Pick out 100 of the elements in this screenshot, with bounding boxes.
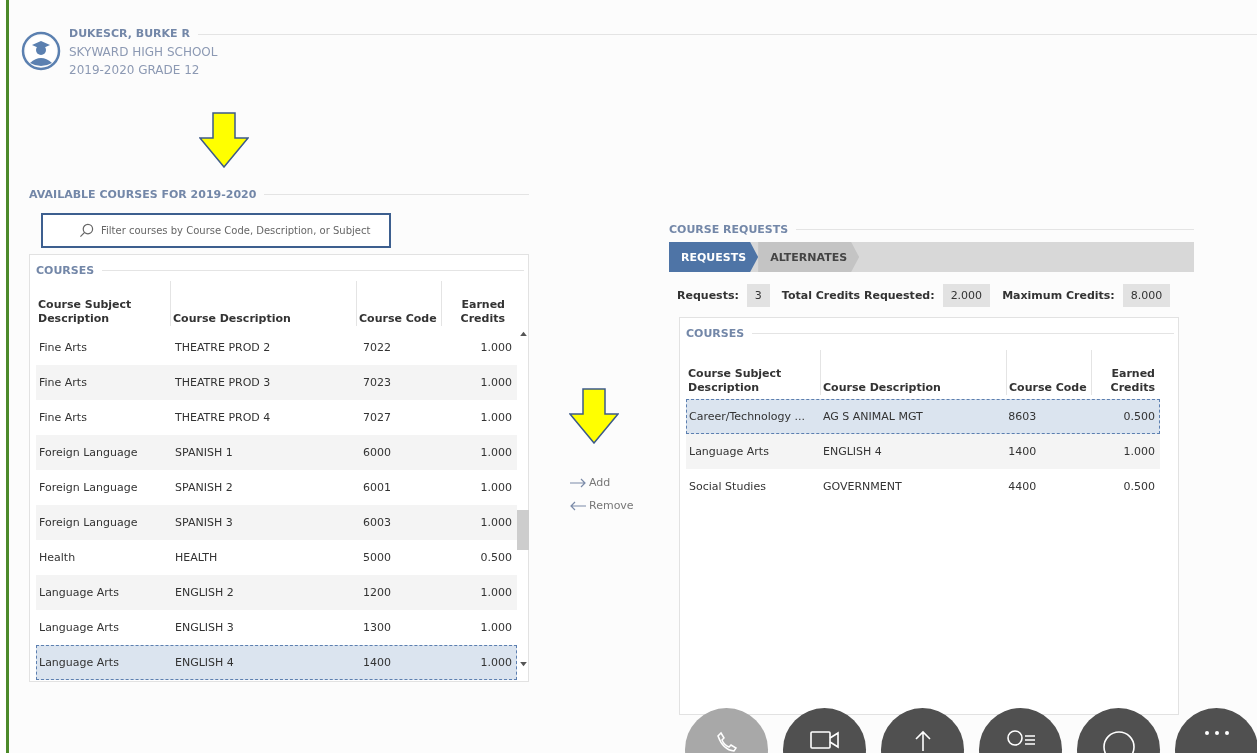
table-cell-text: THEATRE PROD 3: [174, 376, 272, 389]
table-row[interactable]: Foreign Language SPANISH 2 6001 1.000: [36, 470, 517, 505]
table-cell-text: SPANISH 1: [174, 446, 234, 459]
table-cell-text: 1.000: [479, 411, 513, 424]
table-cell-text: Health: [38, 551, 77, 564]
search-icon: [79, 223, 94, 238]
table-cell-text: GOVERNMENT: [822, 480, 903, 493]
stat-value: 2.000: [942, 284, 991, 307]
table-row[interactable]: Career/Technology ... AG S ANIMAL MGT 8603 0.500: [686, 399, 1160, 434]
table-cell-text: 6000: [362, 446, 392, 459]
table-cell-text: THEATRE PROD 2: [174, 341, 272, 354]
table-cell-text: 1.000: [479, 621, 513, 634]
section-title: COURSES: [36, 263, 95, 277]
table-cell-text: AG S ANIMAL MGT: [822, 410, 924, 423]
table-cell-text: THEATRE PROD 4: [174, 411, 272, 424]
table-cell-text: 7022: [362, 341, 392, 354]
table-cell-text: 1.000: [479, 376, 513, 389]
right-arrow-icon: [569, 477, 587, 488]
column-header: Course Code: [1006, 350, 1091, 395]
table-cell-text: 1.000: [479, 516, 513, 529]
table-row[interactable]: Language Arts ENGLISH 4 1400 1.000: [686, 434, 1160, 469]
tab[interactable]: ALTERNATES: [758, 242, 860, 272]
table-cell-text: 1.000: [479, 446, 513, 459]
table-cell-text: 7023: [362, 376, 392, 389]
table-cell-text: 0.500: [1122, 480, 1156, 493]
column-header: Course Description: [170, 281, 356, 326]
student-avatar-icon: [21, 31, 61, 71]
stat-label: Maximum Credits:: [1002, 289, 1115, 302]
table-cell-text: Social Studies: [688, 480, 767, 493]
table-cell-text: 7027: [362, 411, 392, 424]
column-header: Course Code: [356, 281, 441, 326]
add-button[interactable]: Add: [569, 474, 611, 491]
table-cell-text: Fine Arts: [38, 376, 88, 389]
stat-label: Total Credits Requested:: [781, 289, 935, 302]
table-cell-text: 1.000: [479, 481, 513, 494]
table-cell-text: ENGLISH 2: [174, 586, 235, 599]
scroll-down-icon[interactable]: [519, 662, 527, 667]
table-cell-text: 1400: [362, 656, 392, 669]
table-cell-text: HEALTH: [174, 551, 219, 564]
table-cell-text: ENGLISH 4: [174, 656, 235, 669]
table-cell-text: Language Arts: [688, 445, 770, 458]
down-arrow-icon: [569, 388, 619, 444]
table-cell-text: 6003: [362, 516, 392, 529]
column-header: Earned Credits: [441, 281, 509, 326]
table-cell-text: Fine Arts: [38, 411, 88, 424]
scroll-up-icon[interactable]: [519, 331, 527, 336]
table-cell-text: 8603: [1007, 410, 1038, 423]
column-header: Course Description: [820, 350, 1006, 395]
table-cell-text: Language Arts: [38, 586, 120, 599]
table-cell-text: 4400: [1007, 480, 1038, 493]
student-name: DUKESCR, BURKE R: [69, 26, 190, 42]
table-row[interactable]: Social Studies GOVERNMENT 4400 0.500: [686, 469, 1160, 504]
table-cell-text: Fine Arts: [38, 341, 88, 354]
down-arrow-icon: [199, 112, 249, 168]
more-icon: [1203, 730, 1230, 736]
section-title: COURSE REQUESTS: [669, 222, 789, 236]
table-row[interactable]: Foreign Language SPANISH 3 6003 1.000: [36, 505, 517, 540]
remove-button[interactable]: Remove: [569, 497, 634, 514]
section-title: COURSES: [686, 326, 745, 340]
table-cell-text: 1.000: [479, 341, 513, 354]
left-arrow-icon: [569, 500, 587, 511]
video-camera-icon: [809, 730, 840, 750]
table-cell-text: 1.000: [479, 586, 513, 599]
tab[interactable]: REQUESTS: [669, 242, 759, 272]
table-row[interactable]: Foreign Language SPANISH 1 6000 1.000: [36, 435, 517, 470]
table-cell-text: 1300: [362, 621, 392, 634]
column-header: Earned Credits: [1091, 350, 1159, 395]
table-cell-text: Foreign Language: [38, 481, 139, 494]
table-cell-text: Foreign Language: [38, 516, 139, 529]
table-row[interactable]: Health HEALTH 5000 0.500: [36, 540, 517, 575]
table-cell-text: SPANISH 3: [174, 516, 234, 529]
table-cell-text: SPANISH 2: [174, 481, 234, 494]
stat-label: Requests:: [677, 289, 739, 302]
table-row[interactable]: Language Arts ENGLISH 2 1200 1.000: [36, 575, 517, 610]
table-cell-text: Language Arts: [38, 656, 120, 669]
column-header: Course Subject Description: [37, 297, 133, 326]
scrollbar-thumb[interactable]: [517, 510, 529, 550]
section-title: AVAILABLE COURSES FOR 2019-2020: [29, 187, 257, 201]
table-row[interactable]: Language Arts ENGLISH 4 1400 1.000: [36, 645, 517, 680]
table-cell-text: Career/Technology ...: [688, 410, 807, 423]
table-cell-text: 5000: [362, 551, 392, 564]
stat-value: 8.000: [1122, 284, 1171, 307]
table-cell-text: Language Arts: [38, 621, 120, 634]
table-cell-text: 1400: [1007, 445, 1038, 458]
table-row[interactable]: Fine Arts THEATRE PROD 3 7023 1.000: [36, 365, 517, 400]
table-cell-text: ENGLISH 4: [822, 445, 883, 458]
table-cell-text: 0.500: [1122, 410, 1156, 423]
search-field[interactable]: Filter courses by Course Code, Description, or Subject: [41, 213, 391, 248]
table-cell-text: ENGLISH 3: [174, 621, 235, 634]
phone-icon: [714, 730, 739, 753]
table-row[interactable]: Fine Arts THEATRE PROD 4 7027 1.000: [36, 400, 517, 435]
table-cell-text: 6001: [362, 481, 392, 494]
scrollbar[interactable]: [517, 331, 529, 667]
table-cell-text: 0.500: [479, 551, 513, 564]
stat-value: 3: [746, 284, 770, 307]
table-row[interactable]: Language Arts ENGLISH 3 1300 1.000: [36, 610, 517, 645]
table-cell-text: 1.000: [479, 656, 513, 669]
year-grade: 2019-2020 GRADE 12: [69, 62, 201, 79]
table-row[interactable]: Fine Arts THEATRE PROD 2 7022 1.000: [36, 330, 517, 365]
column-header: Course Subject Description: [687, 366, 783, 395]
